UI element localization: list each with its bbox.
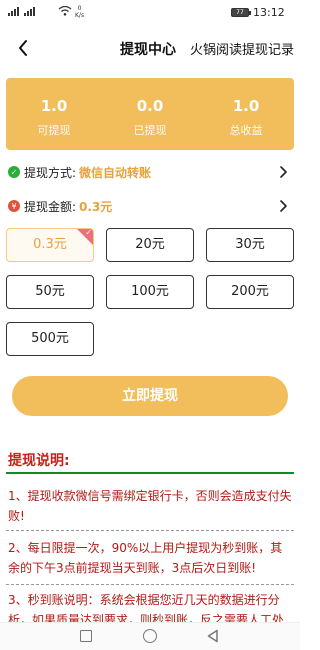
yen-icon: ¥ <box>8 200 20 212</box>
note-item: 3、秒到账说明：系统会根据您近几天的数据进行分析，如果质量达到要求，则秒到账，反… <box>8 593 285 622</box>
chevron-right-icon[interactable] <box>278 199 290 213</box>
note-item: 2、每日限提一次，90%以上用户提现为秒到账，其余的下午3点前提现当天到账，3点… <box>8 541 283 575</box>
network-speed: 0 K/s <box>75 5 84 19</box>
summary-withdrawn: 0.0 已提现 <box>102 78 198 150</box>
wifi-icon <box>58 6 72 16</box>
status-bar: 0 K/s 77 13:12 <box>0 0 300 26</box>
notes-divider <box>6 472 294 474</box>
speed-unit: K/s <box>75 12 85 19</box>
recent-apps-icon[interactable] <box>80 630 92 642</box>
summary-value: 0.0 <box>136 97 164 115</box>
withdraw-amount-value: 0.3元 <box>79 199 113 214</box>
amount-option[interactable]: 30元 <box>206 228 294 262</box>
note-item: 1、提现收款微信号需绑定银行卡，否则会造成支付失败! <box>8 489 292 523</box>
withdraw-amount-row[interactable]: ¥ 提现金额: 0.3元 <box>8 196 292 216</box>
summary-value: 1.0 <box>232 97 260 115</box>
amount-option[interactable]: 500元 <box>6 322 94 356</box>
amount-option-label: 0.3元 <box>33 237 67 252</box>
signal-icons <box>8 7 35 16</box>
withdraw-now-button[interactable]: 立即提现 <box>12 376 288 416</box>
chevron-right-icon[interactable] <box>278 165 290 179</box>
check-icon: ✓ <box>85 228 92 237</box>
withdraw-method-value: 微信自动转账 <box>79 165 152 180</box>
navigation-bar: 提现中心 火锅阅读提现记录 <box>0 26 300 70</box>
amount-option[interactable]: 200元 <box>206 275 294 309</box>
summary-label: 已提现 <box>133 124 167 137</box>
summary-label: 总收益 <box>229 124 263 137</box>
back-triangle-icon[interactable] <box>206 629 220 643</box>
note-divider <box>6 530 294 531</box>
back-icon[interactable] <box>12 36 36 60</box>
notes-title: 提现说明: <box>8 453 70 469</box>
battery-icon: 77 <box>231 8 251 17</box>
home-icon[interactable] <box>143 629 157 643</box>
withdraw-history-link[interactable]: 火锅阅读提现记录 <box>190 39 294 58</box>
speed-value: 0 <box>77 5 82 12</box>
balance-summary-card: 1.0 可提现 0.0 已提现 1.0 总收益 <box>6 78 294 150</box>
amount-option[interactable]: 20元 <box>106 228 194 262</box>
signal-icon <box>24 7 35 16</box>
note-divider <box>6 584 294 585</box>
system-nav-bar <box>0 622 300 650</box>
withdraw-amount-label: 提现金额: <box>24 199 77 214</box>
page-title: 提现中心 <box>120 42 176 58</box>
signal-icon <box>8 7 19 16</box>
summary-available: 1.0 可提现 <box>6 78 102 150</box>
amount-option[interactable]: 50元 <box>6 275 94 309</box>
summary-label: 可提现 <box>37 124 71 137</box>
amount-option[interactable]: 100元 <box>106 275 194 309</box>
withdraw-method-row[interactable]: ✓ 提现方式: 微信自动转账 <box>8 162 292 182</box>
amount-option-selected[interactable]: 0.3元 ✓ <box>6 228 94 262</box>
summary-total-income: 1.0 总收益 <box>198 78 294 150</box>
wechat-icon: ✓ <box>8 166 20 178</box>
withdraw-method-label: 提现方式: <box>24 165 77 180</box>
summary-value: 1.0 <box>40 97 68 115</box>
status-time: 13:12 <box>253 6 285 19</box>
